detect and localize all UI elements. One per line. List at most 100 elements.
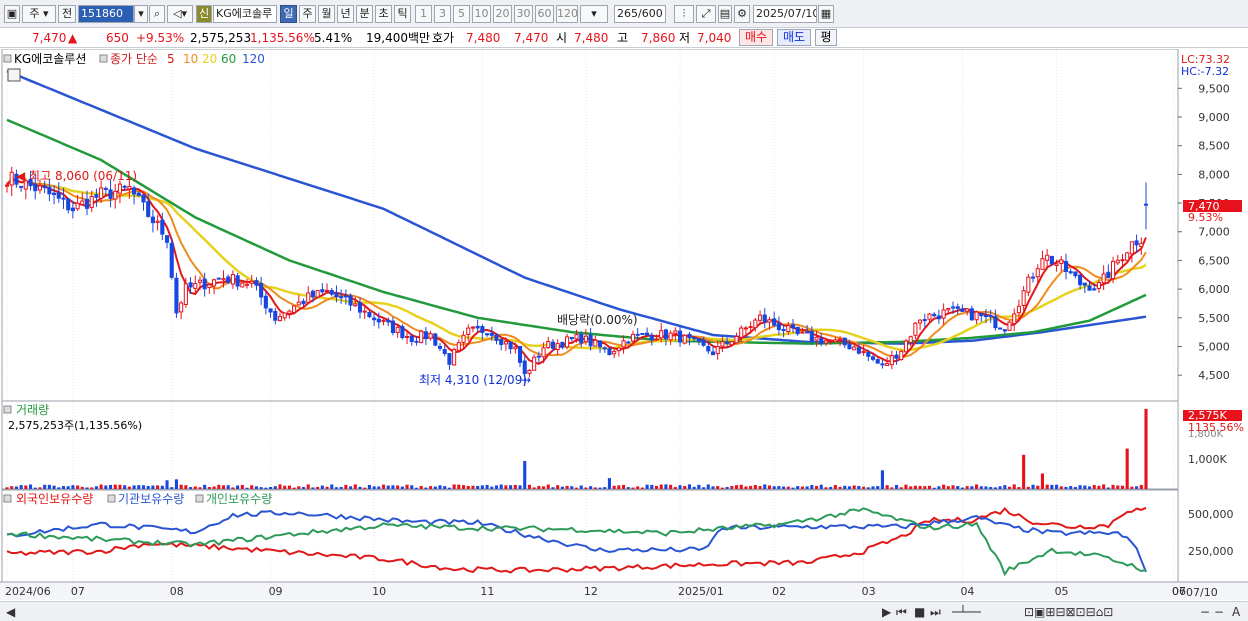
candle-body	[692, 337, 697, 340]
first-page-icon[interactable]: ⏮	[896, 604, 907, 620]
x-tick-label: 02	[772, 585, 786, 598]
volume-bar	[1116, 485, 1120, 489]
candle-body	[847, 344, 852, 350]
candle-body	[776, 323, 781, 331]
candle-body	[329, 290, 334, 295]
zoom-out-icon[interactable]: −	[1200, 604, 1210, 620]
change-percent: +9.53%	[136, 31, 185, 45]
candle-body	[645, 332, 650, 336]
period-month[interactable]: 월	[318, 5, 335, 23]
candle-body	[569, 337, 574, 340]
compare-icon[interactable]: ⤢	[696, 5, 716, 23]
candle-body	[146, 201, 151, 217]
stock-chart[interactable]: 4,5005,0005,5006,0006,5007,0007,5008,000…	[0, 49, 1248, 601]
candle-body	[94, 194, 99, 198]
speaker-icon[interactable]: ◁▾	[167, 5, 193, 23]
date-input[interactable]: 2025/07/10	[753, 5, 817, 23]
volume-bar	[975, 484, 979, 489]
stop-icon[interactable]: ■	[914, 604, 925, 620]
stock-code-input[interactable]: 151860	[78, 5, 134, 23]
buy-button[interactable]: 매수	[739, 29, 773, 46]
volume-bar	[320, 485, 324, 489]
calculator-icon[interactable]	[7, 68, 21, 82]
chevron-down-icon[interactable]: ▾	[134, 5, 148, 23]
volume-bar	[692, 486, 696, 489]
candle-body	[122, 185, 127, 188]
candle-body	[423, 331, 428, 340]
volume-bar	[730, 486, 734, 489]
candle-body	[932, 313, 937, 317]
volume-bar	[344, 484, 348, 489]
candle-body	[414, 340, 419, 343]
save-icon[interactable]: ▤	[718, 5, 732, 23]
volume-bar	[716, 486, 720, 489]
next-page-icon[interactable]: ⏭	[930, 604, 941, 620]
layout-icon[interactable]: ▣	[4, 5, 20, 23]
scroll-right-icon[interactable]: ▶	[882, 604, 891, 620]
chart-tools-icon[interactable]: ⊡▣⊞⊟⊠⊡⊟⌂⊡	[1024, 604, 1113, 620]
period-tick[interactable]: 틱	[394, 5, 411, 23]
period-minute[interactable]: 분	[356, 5, 373, 23]
open-price: 7,480	[574, 31, 609, 45]
candle-body	[974, 311, 979, 321]
volume-bar	[702, 487, 706, 489]
volume-bar	[927, 485, 932, 489]
volume-bar	[5, 487, 9, 489]
period-day[interactable]: 일	[280, 5, 297, 23]
font-size-icon[interactable]: A	[1232, 604, 1240, 620]
candle-type-icon[interactable]: ⫶	[674, 5, 694, 23]
eval-button[interactable]: 평	[815, 29, 837, 46]
market-select[interactable]: 주 ▾	[22, 5, 56, 23]
period-week[interactable]: 주	[299, 5, 316, 23]
volume-bar	[1055, 484, 1059, 489]
zoom-in-icon[interactable]: −	[1214, 604, 1224, 620]
volume-bar	[1007, 486, 1012, 489]
candle-body	[753, 319, 758, 329]
volume-bar	[381, 484, 386, 489]
volume-bar	[471, 485, 475, 489]
candle-body	[1134, 240, 1139, 246]
volume-bar	[814, 485, 819, 489]
sell-button[interactable]: 매도	[777, 29, 811, 46]
interval-5[interactable]: 5	[453, 5, 470, 23]
candle-body	[969, 308, 974, 321]
volume-bar	[452, 484, 456, 489]
search-icon[interactable]: ⌕	[149, 5, 165, 23]
interval-3[interactable]: 3	[434, 5, 451, 23]
volume-bar	[217, 484, 221, 489]
period-year[interactable]: 년	[337, 5, 354, 23]
zoom-slider[interactable]: ─┴──	[952, 604, 1018, 620]
volume-bar	[946, 486, 950, 489]
trade-amount: 19,400백만	[366, 31, 431, 45]
volume-bar	[156, 485, 160, 489]
interval-30[interactable]: 30	[514, 5, 533, 23]
y-tick-label: 6,500	[1198, 254, 1230, 267]
prev-button[interactable]: 전	[58, 5, 76, 23]
candle-body	[1129, 241, 1134, 255]
scroll-left-icon[interactable]: ◀	[6, 604, 15, 620]
interval-60[interactable]: 60	[535, 5, 554, 23]
candle-body	[517, 345, 523, 363]
interval-10[interactable]: 10	[472, 5, 491, 23]
candle-body	[663, 329, 668, 340]
volume-bar	[424, 487, 428, 489]
interval-20[interactable]: 20	[493, 5, 512, 23]
count-max: /600	[638, 7, 663, 20]
quote-row: 7,470 ▲ 650 +9.53% 2,575,253 1,135.56% 5…	[0, 28, 1248, 48]
gear-icon[interactable]: ⚙	[734, 5, 750, 23]
count-input[interactable]: 265/600	[614, 5, 666, 23]
interval-dropdown[interactable]: ▾	[580, 5, 608, 23]
calendar-icon[interactable]: ▦	[818, 5, 834, 23]
interval-1[interactable]: 1	[415, 5, 432, 23]
period-second[interactable]: 초	[375, 5, 392, 23]
volume-bar	[574, 487, 579, 489]
interval-120[interactable]: 120	[556, 5, 578, 23]
volume-bar	[287, 485, 291, 489]
candle-body	[75, 202, 80, 210]
candle-body	[193, 282, 198, 289]
volume-bar	[419, 485, 423, 489]
candle-body	[682, 334, 687, 344]
ma-legend-label: 종가 단순	[110, 52, 158, 66]
volume-bar	[391, 485, 395, 489]
stock-legend-swatch	[3, 54, 12, 63]
